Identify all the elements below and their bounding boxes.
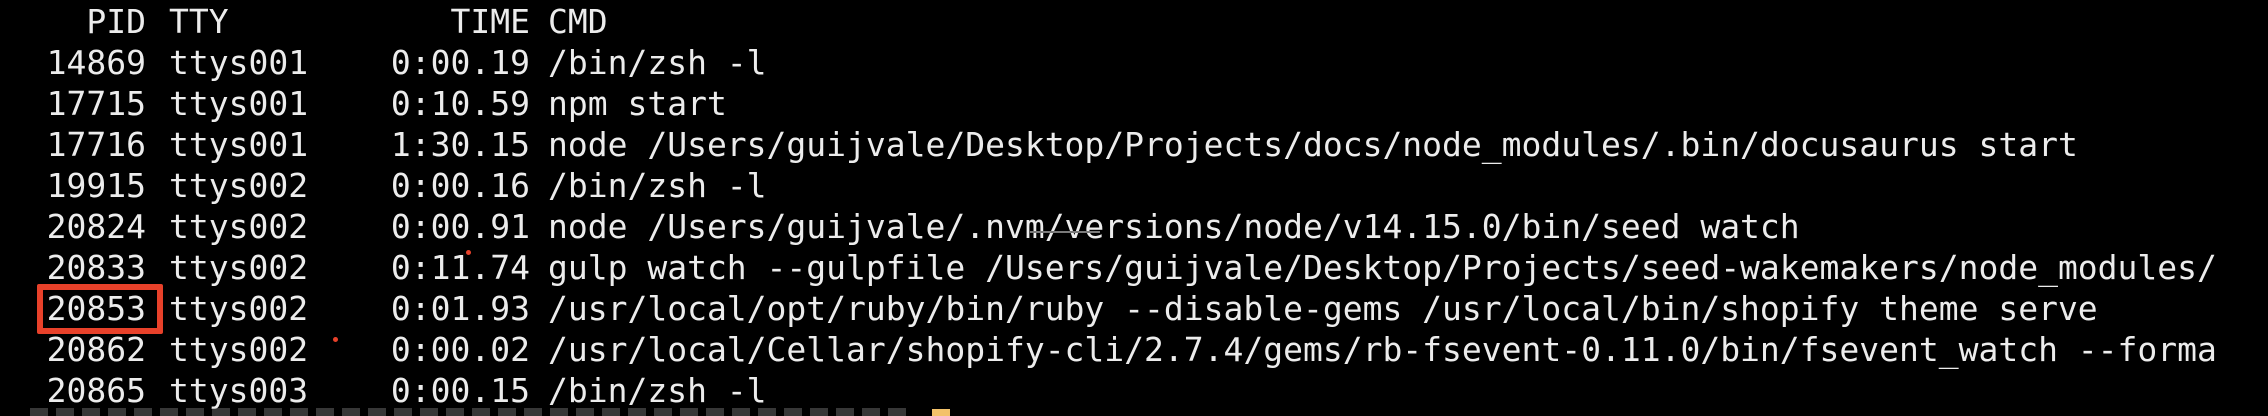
process-row: 20833 ttys002 0:11.74 gulp watch --gulpf… [0,247,2217,288]
process-row: 20865 ttys003 0:00.15 /bin/zsh -l [0,370,767,411]
process-tty: ttys002 [169,289,309,328]
process-time: 0:00.16 [390,166,530,205]
partial-next-row [30,408,910,416]
process-cmd: npm start [548,84,727,123]
process-cmd: /usr/local/Cellar/shopify-cli/2.7.4/gems… [548,330,2217,369]
process-tty: ttys003 [169,371,309,410]
process-cmd: node /Users/guijvale/.nvm/versions/node/… [548,207,1800,246]
process-cmd: gulp watch --gulpfile /Users/guijvale/De… [548,248,2217,287]
process-pid: 17716 [46,125,146,164]
terminal-window[interactable]: PID TTY TIME CMD 14869 ttys001 0:00.19 /… [0,0,2268,416]
process-row: 17715 ttys001 0:10.59 npm start [0,83,727,124]
process-pid: 20862 [46,330,146,369]
process-tty: ttys001 [169,43,309,82]
process-tty: ttys002 [169,166,309,205]
process-tty: ttys001 [169,125,309,164]
process-time: 0:00.15 [390,371,530,410]
header-cmd: CMD [548,2,608,41]
process-time: 1:30.15 [390,125,530,164]
process-cmd: /bin/zsh -l [548,166,767,205]
process-tty: ttys002 [169,330,309,369]
header-pid: PID [86,2,146,41]
process-pid: 20833 [46,248,146,287]
annotation-dot [333,337,338,342]
process-pid: 20824 [46,207,146,246]
process-row: 19915 ttys002 0:00.16 /bin/zsh -l [0,165,767,206]
process-cmd: /bin/zsh -l [548,371,767,410]
process-pid: 17715 [46,84,146,123]
spellcheck-underline [1030,231,1100,233]
process-cmd: /bin/zsh -l [548,43,767,82]
process-row: 17716 ttys001 1:30.15 node /Users/guijva… [0,124,2078,165]
process-tty: ttys001 [169,84,309,123]
process-time: 0:00.91 [390,207,530,246]
process-tty: ttys002 [169,207,309,246]
process-time: 0:00.02 [390,330,530,369]
process-time: 0:00.19 [390,43,530,82]
process-table-header: PID TTY TIME CMD [0,1,607,42]
pid-highlight-box [37,284,163,334]
process-pid: 19915 [46,166,146,205]
process-cmd: node /Users/guijvale/Desktop/Projects/do… [548,125,2078,164]
process-tty: ttys002 [169,248,309,287]
process-row: 20862 ttys002 0:00.02 /usr/local/Cellar/… [0,329,2217,370]
process-pid: 14869 [46,43,146,82]
process-cmd: /usr/local/opt/ruby/bin/ruby --disable-g… [548,289,2098,328]
process-row: 20824 ttys002 0:00.91 node /Users/guijva… [0,206,1800,247]
header-time: TIME [450,2,530,41]
annotation-dot [466,250,471,255]
terminal-cursor [932,409,950,416]
header-tty: TTY [169,2,229,41]
process-row: 14869 ttys001 0:00.19 /bin/zsh -l [0,42,767,83]
process-time: 0:01.93 [390,289,530,328]
process-time: 0:10.59 [390,84,530,123]
process-pid: 20865 [46,371,146,410]
process-time: 0:11.74 [390,248,530,287]
